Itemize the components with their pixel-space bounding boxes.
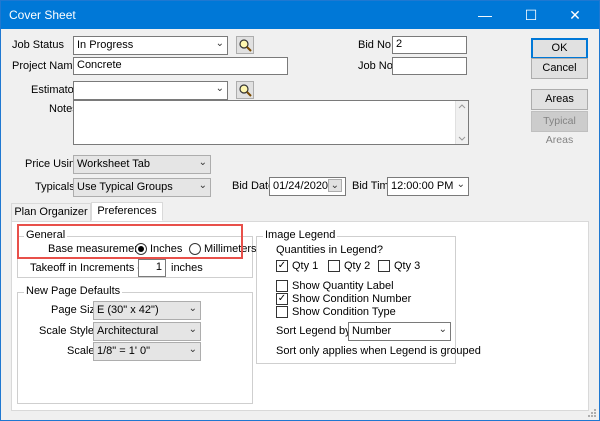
cover-sheet-window: Cover Sheet — ☐ ✕ Job Status In Progress… [0, 0, 600, 421]
scale-label: Scale [67, 345, 95, 357]
maximize-button[interactable]: ☐ [509, 1, 553, 29]
chevron-down-icon: ⌄ [188, 303, 197, 314]
sort-legend-dropdown[interactable]: Number ⌄ [348, 322, 451, 341]
scale-style-label: Scale Style [39, 325, 95, 337]
qty1-label: Qty 1 [292, 260, 319, 272]
qty1-checkbox[interactable]: ✓ [276, 260, 288, 272]
chevron-down-icon: ⌄ [198, 157, 207, 168]
typicals-value: Use Typical Groups [77, 181, 173, 193]
chevron-down-icon: ⌄ [327, 179, 342, 192]
page-defaults-group: New Page Defaults Page Size E (30" x 42"… [17, 285, 253, 404]
chevron-down-icon: ⌄ [438, 324, 447, 335]
project-name-input[interactable]: Concrete [73, 57, 288, 75]
price-using-dropdown[interactable]: Worksheet Tab ⌄ [73, 155, 211, 174]
image-legend-title: Image Legend [263, 229, 338, 241]
page-size-dropdown[interactable]: E (30" x 42") ⌄ [93, 301, 201, 320]
chevron-down-icon: ⌄ [215, 83, 224, 94]
show-quantity-label-text: Show Quantity Label [292, 280, 394, 292]
qty2-checkbox[interactable] [328, 260, 340, 272]
bid-date-value: 01/24/2020 [273, 180, 329, 192]
estimator-label: Estimator [31, 84, 78, 96]
highlight-box [17, 224, 243, 259]
quantities-in-legend-label: Quantities in Legend? [276, 244, 384, 256]
typicals-label: Typicals [35, 181, 75, 193]
show-condition-number-checkbox[interactable]: ✓ [276, 293, 288, 305]
tab-preferences[interactable]: Preferences [91, 202, 163, 221]
cancel-button[interactable]: Cancel [531, 58, 588, 79]
typicals-dropdown[interactable]: Use Typical Groups ⌄ [73, 178, 211, 197]
show-condition-type-text: Show Condition Type [292, 306, 396, 318]
sort-legend-value: Number [352, 325, 392, 337]
notes-scrollbar[interactable] [455, 101, 468, 144]
bid-time-picker[interactable]: 12:00:00 PM ⌄ [387, 177, 469, 196]
price-using-value: Worksheet Tab [77, 158, 150, 170]
typical-areas-button[interactable]: Typical Areas [531, 111, 588, 146]
job-status-dropdown[interactable]: In Progress ⌄ [73, 36, 228, 55]
tab-plan-organizer[interactable]: Plan Organizer [11, 203, 91, 222]
bid-no-input[interactable]: 2 [392, 36, 467, 54]
window-title: Cover Sheet [9, 8, 76, 22]
show-condition-type-checkbox[interactable] [276, 306, 288, 318]
estimator-dropdown[interactable]: ⌄ [73, 81, 228, 100]
job-no-label: Job No. [358, 60, 396, 72]
notes-textarea[interactable] [73, 100, 469, 145]
preferences-panel: General Base measurement: Inches Millime… [11, 221, 589, 411]
job-no-input[interactable] [392, 57, 467, 75]
chevron-down-icon: ⌄ [456, 179, 465, 190]
takeoff-increments-label: Takeoff in Increments of [30, 262, 147, 274]
takeoff-unit-label: inches [171, 262, 203, 274]
sort-legend-note: Sort only applies when Legend is grouped [276, 345, 481, 357]
job-status-label: Job Status [12, 39, 64, 51]
chevron-down-icon: ⌄ [198, 180, 207, 191]
minimize-button[interactable]: — [463, 1, 507, 29]
job-status-value: In Progress [77, 39, 134, 51]
chevron-down-icon: ⌄ [188, 344, 197, 355]
chevron-down-icon: ⌄ [188, 324, 197, 335]
ok-button[interactable]: OK [531, 38, 588, 59]
chevron-down-icon: ⌄ [215, 38, 224, 49]
sort-legend-label: Sort Legend by: [276, 325, 354, 337]
qty3-checkbox[interactable] [378, 260, 390, 272]
title-bar: Cover Sheet — ☐ ✕ [1, 1, 599, 29]
image-legend-group: Image Legend Quantities in Legend? ✓ Qty… [256, 229, 481, 364]
job-status-search-button[interactable] [236, 36, 254, 54]
project-name-label: Project Name [12, 60, 79, 72]
scale-style-dropdown[interactable]: Architectural ⌄ [93, 322, 201, 341]
scale-style-value: Architectural [97, 325, 159, 337]
bid-date-picker[interactable]: 01/24/2020 ⌄ [269, 177, 346, 196]
qty3-label: Qty 3 [394, 260, 421, 272]
page-defaults-title: New Page Defaults [24, 285, 123, 297]
bid-no-label: Bid No. [358, 39, 395, 51]
resize-grip-icon[interactable] [587, 408, 597, 418]
scale-value: 1/8" = 1' 0" [97, 345, 151, 357]
show-quantity-label-checkbox[interactable] [276, 280, 288, 292]
show-condition-number-text: Show Condition Number [292, 293, 412, 305]
close-button[interactable]: ✕ [553, 1, 597, 29]
scroll-arrows-icon [458, 104, 466, 141]
estimator-search-button[interactable] [236, 81, 254, 99]
takeoff-increments-input[interactable]: 1 [138, 259, 166, 277]
qty2-label: Qty 2 [344, 260, 371, 272]
scale-dropdown[interactable]: 1/8" = 1' 0" ⌄ [93, 342, 201, 361]
bid-date-label: Bid Date [232, 180, 275, 192]
page-size-value: E (30" x 42") [97, 304, 159, 316]
magnifier-icon [239, 84, 252, 97]
areas-button[interactable]: Areas [531, 89, 588, 110]
magnifier-icon [239, 39, 252, 52]
bid-time-value: 12:00:00 PM [391, 180, 454, 192]
